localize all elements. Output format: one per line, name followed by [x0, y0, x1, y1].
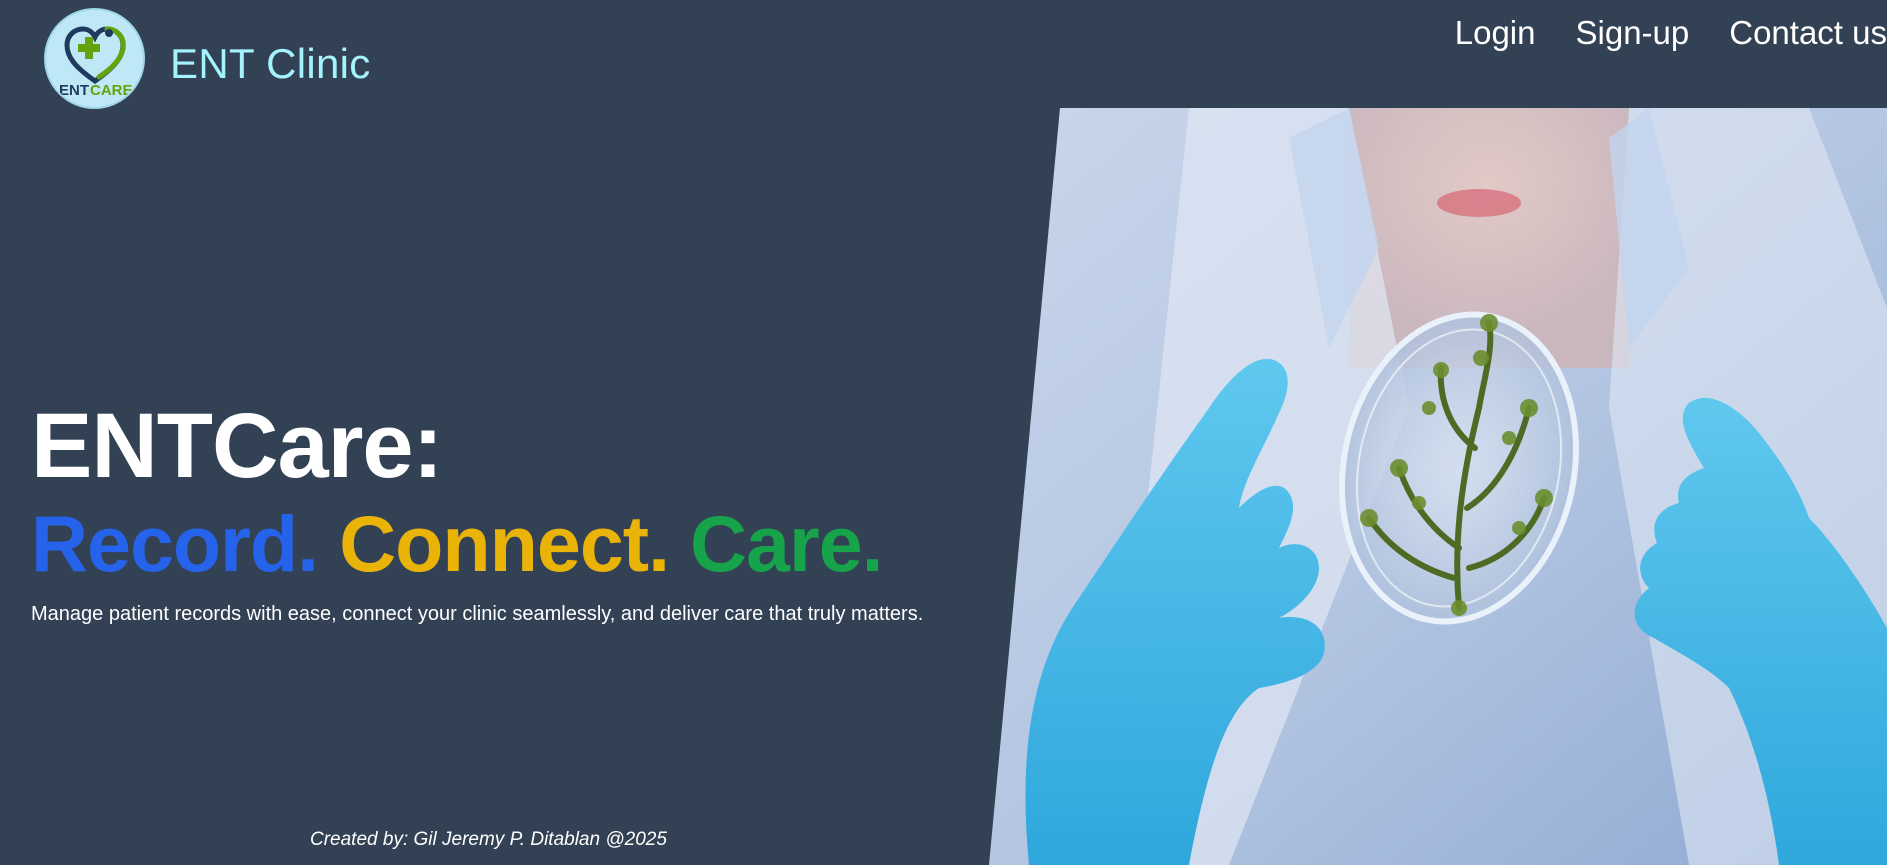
nav-login-link[interactable]: Login: [1455, 14, 1536, 52]
tagline-care: Care.: [690, 499, 884, 588]
tagline-record: Record.: [31, 499, 319, 588]
nav-signup-link[interactable]: Sign-up: [1576, 14, 1690, 52]
scientist-petri-dish-image: [989, 108, 1887, 865]
logo-heart-cross-icon: ENT CARE: [59, 25, 133, 99]
footer-credit: Created by: Gil Jeremy P. Ditablan @2025: [310, 829, 667, 850]
nav-contact-link[interactable]: Contact us: [1729, 14, 1887, 52]
tagline-connect: Connect.: [339, 499, 670, 588]
hero-tagline: Record. Connect. Care.: [31, 504, 923, 583]
logo-text-care: CARE: [90, 82, 133, 99]
hero-subtitle: Manage patient records with ease, connec…: [31, 603, 924, 625]
hero-section: ENTCare: Record. Connect. Care. Manage p…: [31, 400, 923, 626]
hero-image: [989, 108, 1887, 865]
top-nav: Login Sign-up Contact us: [1455, 14, 1887, 52]
logo-text-ent: ENT: [59, 82, 89, 99]
entcare-logo[interactable]: ENT CARE: [44, 8, 145, 109]
brand-name[interactable]: ENT Clinic: [170, 40, 371, 88]
hero-title: ENTCare:: [31, 395, 443, 497]
